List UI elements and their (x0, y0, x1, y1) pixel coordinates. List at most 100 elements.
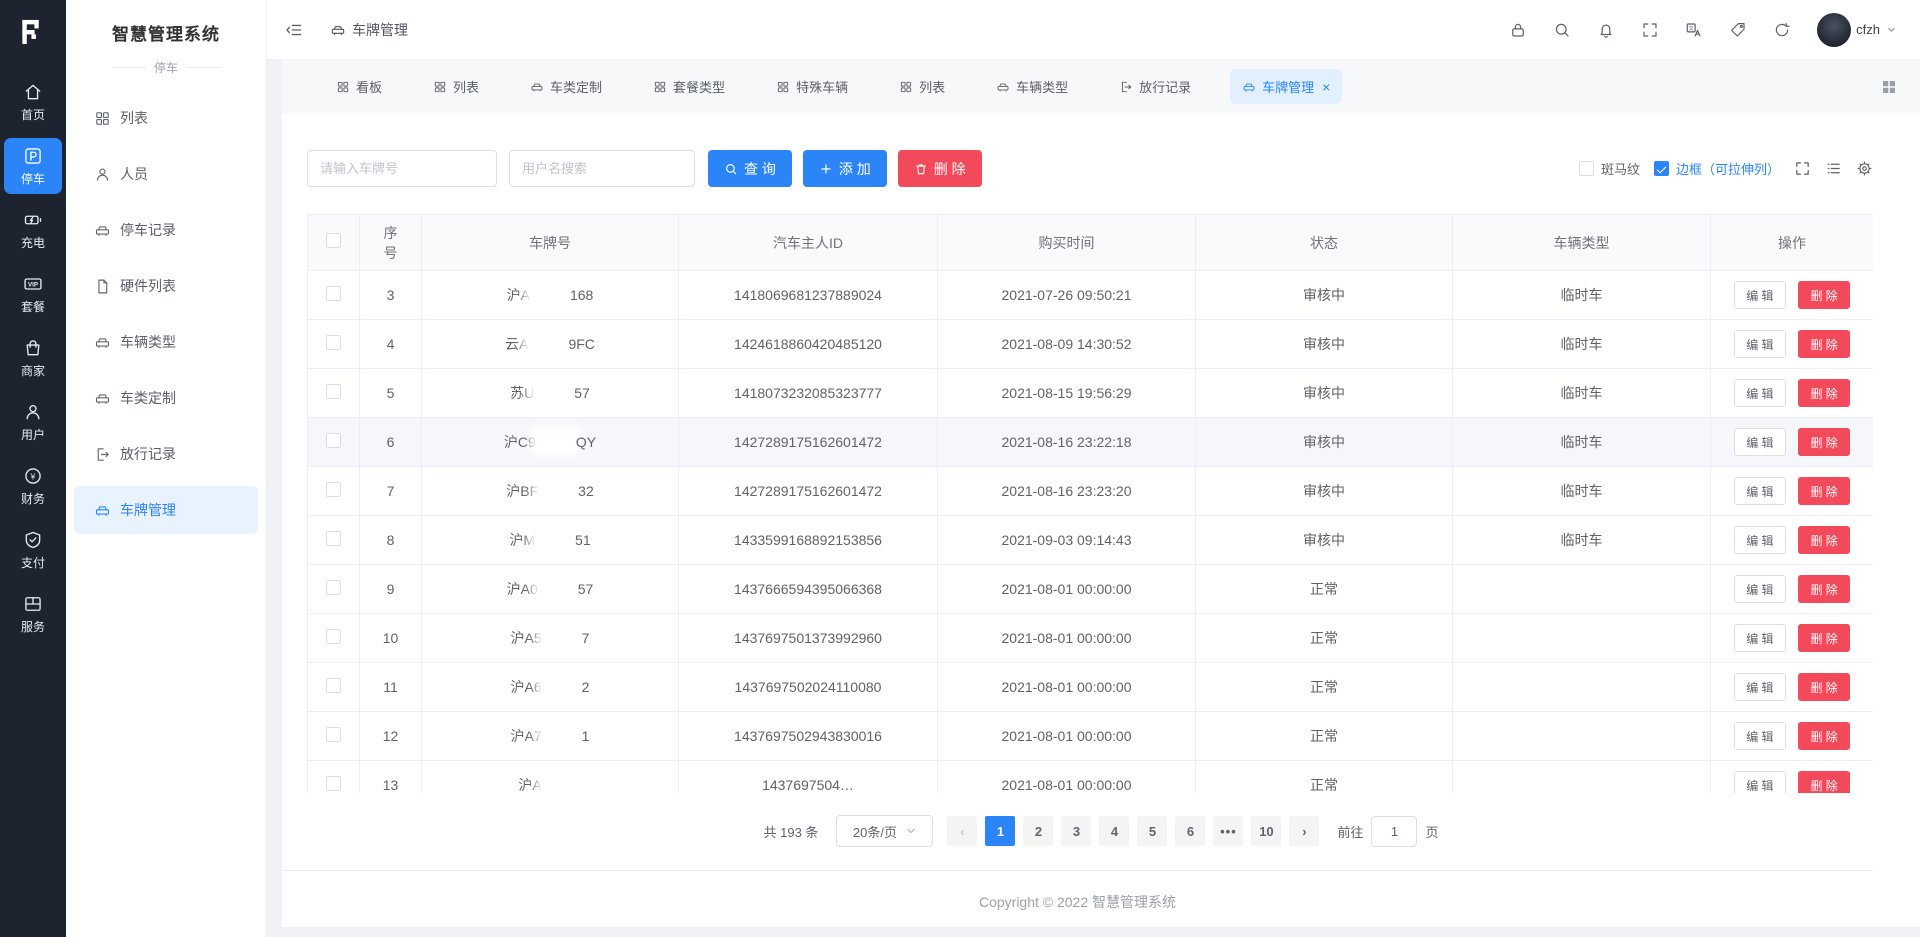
row-checkbox[interactable] (326, 384, 341, 399)
add-button[interactable]: 添 加 (803, 150, 887, 187)
search-button[interactable]: 查 询 (708, 150, 792, 187)
row-checkbox[interactable] (326, 531, 341, 546)
next-page-button[interactable]: › (1289, 816, 1319, 846)
delete-row-button[interactable]: 删 除 (1798, 330, 1849, 358)
page-button-10[interactable]: 10 (1251, 816, 1281, 846)
border-resize-checkbox[interactable]: 边框（可拉伸列） (1654, 159, 1780, 178)
bell-icon[interactable] (1597, 21, 1615, 39)
delete-row-button[interactable]: 删 除 (1798, 624, 1849, 652)
delete-row-button[interactable]: 删 除 (1798, 281, 1849, 309)
gear-icon[interactable] (1856, 160, 1873, 177)
tab-0[interactable]: 看板 (324, 69, 394, 104)
delete-row-button[interactable]: 删 除 (1798, 526, 1849, 554)
column-sort-icon[interactable] (1825, 160, 1842, 177)
tab-8[interactable]: 车牌管理 × (1230, 69, 1342, 104)
edit-button[interactable]: 编 辑 (1734, 624, 1785, 652)
collapse-sidebar-icon[interactable] (284, 20, 304, 40)
page-size-select[interactable]: 20条/页 (836, 815, 933, 847)
delete-row-button[interactable]: 删 除 (1798, 428, 1849, 456)
tab-4[interactable]: 特殊车辆 (764, 69, 860, 104)
edit-button[interactable]: 编 辑 (1734, 722, 1785, 750)
row-checkbox[interactable] (326, 335, 341, 350)
table-row: 9 沪A057 1437666594395066368 2021-08-01 0… (308, 565, 1874, 614)
checkbox[interactable] (1654, 161, 1669, 176)
rail-item-pay[interactable]: 支付 (4, 522, 62, 578)
edit-button[interactable]: 编 辑 (1734, 673, 1785, 701)
sidebar-item-3[interactable]: 硬件列表 (74, 262, 258, 310)
row-checkbox[interactable] (326, 678, 341, 693)
goto-page-input[interactable] (1371, 816, 1417, 847)
lock-icon[interactable] (1509, 21, 1527, 39)
rail-item-home[interactable]: 首页 (4, 74, 62, 130)
page-button-2[interactable]: 2 (1023, 816, 1053, 846)
page-button-•••[interactable]: ••• (1213, 816, 1243, 846)
edit-button[interactable]: 编 辑 (1734, 428, 1785, 456)
delete-button[interactable]: 删 除 (898, 150, 982, 187)
sidebar-item-0[interactable]: 列表 (74, 94, 258, 142)
row-checkbox[interactable] (326, 727, 341, 742)
delete-row-button[interactable]: 删 除 (1798, 575, 1849, 603)
sidebar-item-4[interactable]: 车辆类型 (74, 318, 258, 366)
row-checkbox[interactable] (326, 286, 341, 301)
tab-3[interactable]: 套餐类型 (641, 69, 737, 104)
tag-icon[interactable] (1729, 21, 1747, 39)
rail-item-finance[interactable]: ¥财务 (4, 458, 62, 514)
delete-row-button[interactable]: 删 除 (1798, 379, 1849, 407)
user-search-input[interactable] (509, 150, 695, 187)
edit-button[interactable]: 编 辑 (1734, 379, 1785, 407)
search-icon[interactable] (1553, 21, 1571, 39)
avatar[interactable] (1817, 13, 1851, 47)
fullscreen-table-icon[interactable] (1794, 160, 1811, 177)
edit-button[interactable]: 编 辑 (1734, 771, 1785, 793)
row-checkbox[interactable] (326, 433, 341, 448)
prev-page-button[interactable]: ‹ (947, 816, 977, 846)
rail-item-shop[interactable]: 商家 (4, 330, 62, 386)
page-button-4[interactable]: 4 (1099, 816, 1129, 846)
tab-5[interactable]: 列表 (887, 69, 957, 104)
app-logo[interactable] (0, 0, 66, 64)
refresh-icon[interactable] (1773, 21, 1791, 39)
delete-row-button[interactable]: 删 除 (1798, 771, 1849, 793)
translate-icon[interactable]: 文 (1685, 21, 1703, 39)
row-checkbox[interactable] (326, 629, 341, 644)
page-button-6[interactable]: 6 (1175, 816, 1205, 846)
fullscreen-icon[interactable] (1641, 21, 1659, 39)
rail-item-charge[interactable]: 充电 (4, 202, 62, 258)
row-checkbox[interactable] (326, 482, 341, 497)
row-checkbox[interactable] (326, 776, 341, 791)
edit-button[interactable]: 编 辑 (1734, 281, 1785, 309)
tab-2[interactable]: 车类定制 (518, 69, 614, 104)
delete-row-button[interactable]: 删 除 (1798, 722, 1849, 750)
plate-search-input[interactable] (307, 150, 497, 187)
rail-item-parking[interactable]: 停车 (4, 138, 62, 194)
select-all-checkbox[interactable] (326, 233, 341, 248)
tab-6[interactable]: 车辆类型 (984, 69, 1080, 104)
edit-button[interactable]: 编 辑 (1734, 477, 1785, 505)
tab-1[interactable]: 列表 (421, 69, 491, 104)
rail-item-user[interactable]: 用户 (4, 394, 62, 450)
zebra-stripe-checkbox[interactable]: 斑马纹 (1579, 159, 1640, 178)
goto-page: 前往 页 (1337, 816, 1438, 847)
edit-button[interactable]: 编 辑 (1734, 526, 1785, 554)
sidebar-item-7[interactable]: 车牌管理 (74, 486, 258, 534)
page-button-1[interactable]: 1 (985, 816, 1015, 846)
page-button-3[interactable]: 3 (1061, 816, 1091, 846)
sidebar-item-6[interactable]: 放行记录 (74, 430, 258, 478)
sidebar-item-5[interactable]: 车类定制 (74, 374, 258, 422)
edit-button[interactable]: 编 辑 (1734, 330, 1785, 358)
tab-7[interactable]: 放行记录 (1107, 69, 1203, 104)
checkbox[interactable] (1579, 161, 1594, 176)
edit-button[interactable]: 编 辑 (1734, 575, 1785, 603)
user-menu[interactable]: cfzh (1817, 13, 1898, 47)
delete-row-button[interactable]: 删 除 (1798, 673, 1849, 701)
rail-item-service[interactable]: 服务 (4, 586, 62, 642)
divider (112, 67, 146, 68)
delete-row-button[interactable]: 删 除 (1798, 477, 1849, 505)
row-checkbox[interactable] (326, 580, 341, 595)
page-button-5[interactable]: 5 (1137, 816, 1167, 846)
sidebar-item-1[interactable]: 人员 (74, 150, 258, 198)
rail-item-vip[interactable]: VIP套餐 (4, 266, 62, 322)
close-icon[interactable]: × (1322, 80, 1330, 94)
sidebar-item-2[interactable]: 停车记录 (74, 206, 258, 254)
apps-grid-icon[interactable] (1880, 78, 1898, 96)
